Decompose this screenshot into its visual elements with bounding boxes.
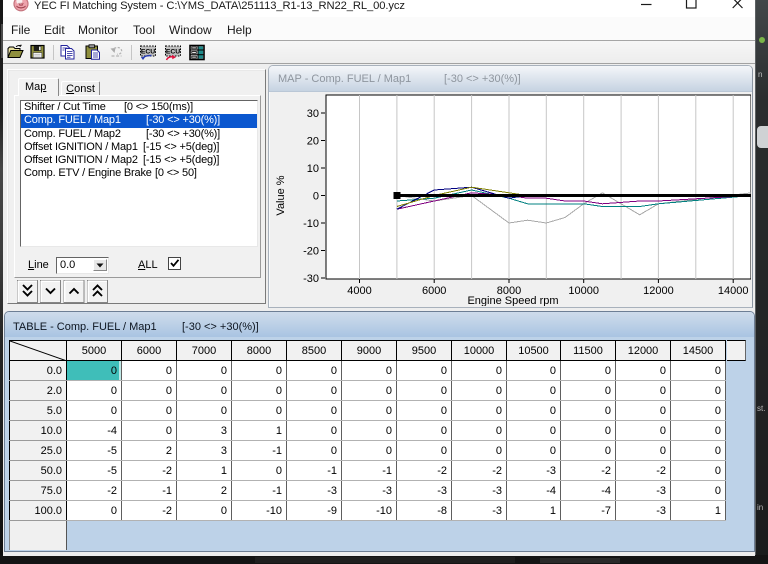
svg-text:14000: 14000 xyxy=(718,285,749,297)
svg-text:ECU: ECU xyxy=(166,49,180,56)
svg-text:-30: -30 xyxy=(303,273,319,285)
svg-text:Engine Speed rpm: Engine Speed rpm xyxy=(467,295,558,306)
svg-text:10: 10 xyxy=(307,163,319,175)
svg-text:6000: 6000 xyxy=(422,285,446,297)
svg-text:Value %: Value % xyxy=(275,175,287,215)
svg-text:-20: -20 xyxy=(303,246,319,258)
svg-text:0: 0 xyxy=(313,191,319,203)
svg-text:30: 30 xyxy=(307,108,319,120)
svg-text:ECU: ECU xyxy=(141,49,155,56)
svg-text:20: 20 xyxy=(307,136,319,148)
svg-text:12000: 12000 xyxy=(643,285,674,297)
svg-text:4000: 4000 xyxy=(347,285,371,297)
svg-text:10000: 10000 xyxy=(568,285,599,297)
svg-text:-10: -10 xyxy=(303,218,319,230)
